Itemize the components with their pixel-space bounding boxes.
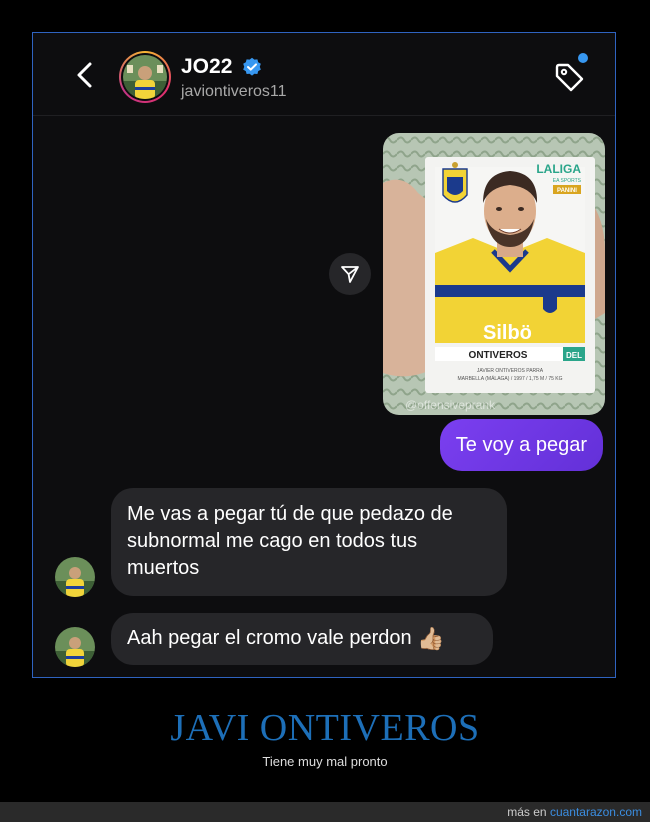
share-button[interactable] bbox=[329, 253, 371, 295]
sticker-photo-image: LALIGA EA SPORTS PANINI Silbö ONTIVEROS bbox=[383, 133, 605, 415]
message-text: Aah pegar el cromo vale perdon bbox=[127, 627, 412, 649]
verified-badge-icon bbox=[243, 57, 261, 76]
chat-window: JO22 javiontiveros11 LALIGA EA SPORTS PA… bbox=[32, 32, 616, 678]
card-brand-sub: EA SPORTS bbox=[553, 178, 582, 184]
site-footer: más en cuantarazon.com bbox=[0, 802, 650, 822]
sticker-photo[interactable]: LALIGA EA SPORTS PANINI Silbö ONTIVEROS bbox=[383, 133, 605, 415]
tag-icon[interactable] bbox=[553, 61, 585, 93]
user-handle: javiontiveros11 bbox=[181, 83, 287, 100]
incoming-message[interactable]: Me vas a pegar tú de que pedazo de subno… bbox=[111, 488, 507, 596]
site-link[interactable]: cuantarazon.com bbox=[550, 805, 642, 819]
post-title: JAVI ONTIVEROS bbox=[170, 707, 480, 749]
send-icon bbox=[341, 266, 359, 283]
card-name: ONTIVEROS bbox=[469, 350, 528, 361]
post-subtitle: Tiene muy mal pronto bbox=[262, 754, 388, 769]
footer-prefix: más en bbox=[507, 805, 547, 819]
thumbs-up-icon: 👍🏼 bbox=[417, 626, 445, 651]
avatar[interactable] bbox=[119, 51, 171, 103]
card-fullname: JAVIER ONTIVEROS PARRA bbox=[477, 368, 544, 374]
sender-avatar-image bbox=[55, 557, 95, 597]
outgoing-message[interactable]: Te voy a pegar bbox=[439, 419, 603, 471]
shirt-sponsor: Silbö bbox=[483, 322, 532, 344]
card-details: MARBELLA (MÁLAGA) / 1997 / 1,75 M / 75 K… bbox=[457, 375, 562, 382]
username[interactable]: JO22 bbox=[181, 55, 232, 79]
card-position: DEL bbox=[566, 351, 582, 360]
sender-avatar[interactable] bbox=[55, 627, 95, 667]
card-sponsor: PANINI bbox=[557, 188, 577, 194]
card-brand: LALIGA bbox=[536, 162, 581, 176]
sender-avatar-image bbox=[55, 627, 95, 667]
notification-dot bbox=[578, 53, 588, 63]
incoming-message[interactable]: Aah pegar el cromo vale perdon 👍🏼 bbox=[111, 613, 493, 665]
avatar-image bbox=[123, 55, 167, 99]
chat-header: JO22 javiontiveros11 bbox=[33, 33, 615, 116]
photo-watermark: @offensiveprank bbox=[405, 398, 496, 412]
sender-avatar[interactable] bbox=[55, 557, 95, 597]
chevron-left-icon[interactable] bbox=[73, 61, 97, 89]
